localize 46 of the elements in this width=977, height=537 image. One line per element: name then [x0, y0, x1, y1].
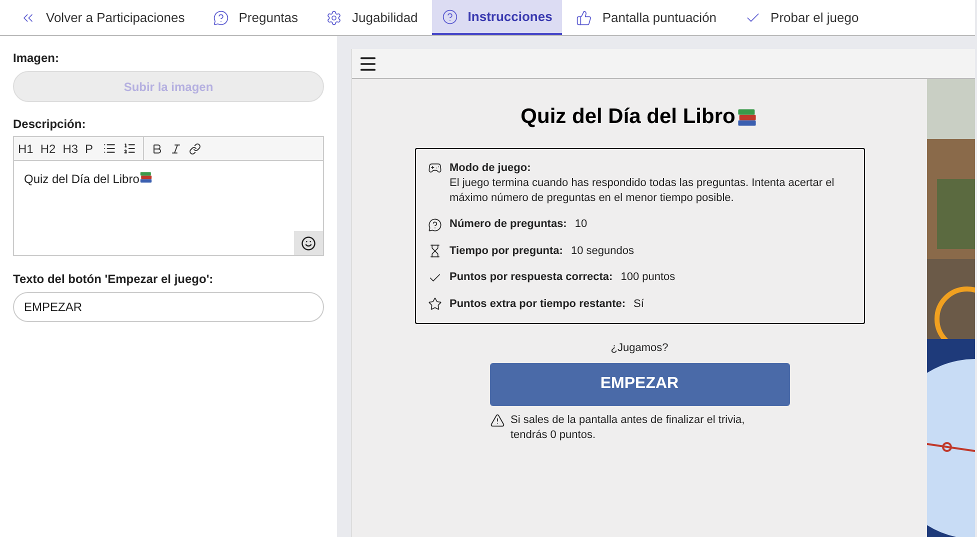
- rule-label: Puntos por respuesta correcta:: [450, 270, 613, 285]
- thumbs-up-icon: [576, 10, 592, 26]
- bullet-list-icon[interactable]: [103, 142, 116, 155]
- button-text-field[interactable]: EMPEZAR: [13, 292, 324, 322]
- rule-text: El juego termina cuando has respondido todas las preguntas. Intenta acertar el máximo número de preguntas en el menor tiempo posible.: [450, 176, 836, 206]
- rule-value: 10 segundos: [570, 244, 634, 258]
- gear-icon: [326, 10, 342, 26]
- help-icon: [442, 8, 458, 24]
- numbered-list-icon[interactable]: [123, 142, 136, 155]
- format-button[interactable]: H3: [62, 140, 78, 158]
- format-button[interactable]: H1: [18, 140, 34, 158]
- books-icon: [139, 170, 154, 184]
- question-bubble-icon: [212, 10, 229, 26]
- rule-label: Número de preguntas:: [450, 217, 567, 232]
- tab[interactable]: Pantalla puntuación: [566, 0, 727, 35]
- tab[interactable]: Instrucciones: [432, 0, 562, 35]
- tab[interactable]: Volver a Participaciones: [10, 0, 195, 35]
- question-bubble-icon: [428, 218, 442, 232]
- description-text: Quiz del Día del Libro: [24, 171, 140, 188]
- tab[interactable]: Preguntas: [202, 0, 308, 35]
- link-icon[interactable]: [189, 142, 202, 154]
- field-label: Imagen:: [13, 50, 60, 67]
- warning-text: Si sales de la pantalla antes de finalizar el trivia, tendrás 0 puntos.: [510, 412, 746, 442]
- tab[interactable]: Jugabilidad: [316, 0, 428, 35]
- rule-value: 100 puntos: [620, 270, 676, 285]
- warning-icon: [490, 412, 504, 428]
- start-button[interactable]: EMPEZAR: [490, 362, 790, 406]
- gamepad-icon: [428, 160, 442, 174]
- rule-label: Modo de juego:: [450, 160, 532, 176]
- tab[interactable]: Probar el juego: [734, 0, 869, 35]
- rich-text-editor[interactable]: H1 H2 H3 P Quiz del Día del Libro: [13, 136, 324, 256]
- italic-icon[interactable]: [170, 142, 182, 154]
- bold-icon[interactable]: [151, 142, 164, 154]
- quiz-title: Quiz del Día del Libro: [520, 104, 736, 130]
- rule-label: Tiempo por pregunta:: [450, 244, 563, 258]
- field-label: Texto del botón 'Empezar el juego':: [13, 271, 214, 288]
- rule-label: Puntos extra por tiempo restante:: [450, 296, 626, 312]
- rule-value: 10: [574, 217, 588, 232]
- prompt-text: ¿Jugamos?: [610, 341, 668, 356]
- field-label: Descripción:: [13, 116, 87, 133]
- format-button[interactable]: H2: [40, 140, 56, 158]
- emoji-icon[interactable]: [301, 236, 316, 250]
- star-icon: [428, 297, 442, 312]
- format-button[interactable]: P: [85, 140, 94, 158]
- rule-value: Sí: [634, 296, 644, 312]
- hourglass-icon: [428, 244, 442, 258]
